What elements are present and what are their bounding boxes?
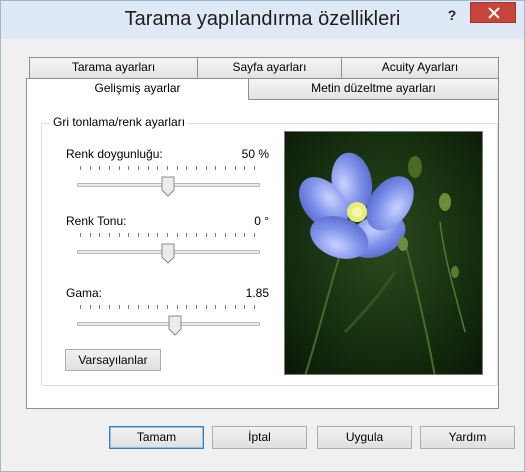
slider-tick (128, 166, 129, 170)
gamma-value: 1.85 (245, 286, 269, 300)
slider-tick (235, 305, 236, 309)
tab-tarama-ayarlari[interactable]: Tarama ayarları (29, 57, 198, 78)
slider-tick (196, 305, 197, 309)
title-bar[interactable]: Tarama yapılandırma özellikleri ? (1, 1, 524, 39)
tab-label: Tarama ayarları (71, 60, 156, 74)
slider-tick (254, 233, 255, 237)
hue-slider-thumb[interactable] (161, 243, 175, 264)
tab-acuity-ayarlari[interactable]: Acuity Ayarları (341, 57, 499, 78)
gamma-label: Gama: (66, 286, 103, 300)
saturation-slider-thumb[interactable] (161, 176, 175, 197)
preview-image (284, 131, 483, 375)
slider-tick (177, 305, 178, 309)
slider-tick (90, 233, 91, 237)
tab-gelismis-ayarlar[interactable]: Gelişmiş ayarlar (26, 78, 249, 100)
slider-tick (148, 305, 149, 309)
slider-tick (196, 166, 197, 170)
slider-tick (99, 305, 100, 309)
slider-tick (254, 166, 255, 170)
help-button-label: Yardım (448, 430, 487, 444)
flower-preview-image (285, 132, 482, 374)
slider-tick (128, 305, 129, 309)
ok-button[interactable]: Tamam (109, 426, 204, 449)
tab-label: Gelişmiş ayarlar (94, 81, 181, 95)
slider-tick (157, 166, 158, 170)
slider-tick (90, 166, 91, 170)
gamma-slider-thumb[interactable] (168, 315, 182, 336)
slider-tick (80, 305, 81, 309)
gamma-ticks (80, 305, 255, 309)
slider-tick (157, 233, 158, 237)
slider-tick (186, 233, 187, 237)
help-button[interactable]: ? (441, 5, 463, 27)
slider-tick (186, 305, 187, 309)
apply-button[interactable]: Uygula (317, 426, 412, 449)
slider-tick (225, 233, 226, 237)
defaults-button-label: Varsayılanlar (78, 353, 148, 367)
saturation-ticks (80, 166, 255, 170)
slider-tick (215, 166, 216, 170)
tab-label: Acuity Ayarları (381, 60, 459, 74)
slider-tick (167, 166, 168, 170)
slider-tick (235, 233, 236, 237)
tab-metin-duzeltme-ayarlari[interactable]: Metin düzeltme ayarları (248, 78, 499, 99)
tab-label: Metin düzeltme ayarları (311, 81, 436, 95)
slider-tick (215, 305, 216, 309)
slider-tick (254, 305, 255, 309)
slider-tick (119, 305, 120, 309)
slider-tick (138, 166, 139, 170)
slider-tick (206, 305, 207, 309)
groupbox-label: Gri tonlama/renk ayarları (50, 115, 189, 129)
slider-tick (80, 166, 81, 170)
slider-tick (177, 233, 178, 237)
slider-tick (138, 305, 139, 309)
hue-label: Renk Tonu: (66, 214, 127, 228)
slider-tick (148, 233, 149, 237)
tab-sayfa-ayarlari[interactable]: Sayfa ayarları (197, 57, 342, 78)
slider-tick (244, 305, 245, 309)
slider-tick (119, 166, 120, 170)
slider-tick (109, 166, 110, 170)
help-footer-button[interactable]: Yardım (420, 426, 515, 449)
slider-tick (215, 233, 216, 237)
slider-tick (90, 305, 91, 309)
slider-tick (244, 233, 245, 237)
slider-tick (99, 233, 100, 237)
hue-value: 0 ° (254, 214, 269, 228)
ok-button-label: Tamam (136, 430, 177, 444)
hue-ticks (80, 233, 255, 237)
slider-tick (225, 166, 226, 170)
close-button[interactable] (470, 2, 516, 23)
tab-label: Sayfa ayarları (232, 60, 307, 74)
defaults-button[interactable]: Varsayılanlar (65, 349, 161, 371)
dialog-window: Tarama yapılandırma özellikleri ? Tarama… (0, 0, 525, 472)
slider-tick (186, 166, 187, 170)
slider-tick (225, 305, 226, 309)
slider-tick (167, 233, 168, 237)
slider-tick (80, 233, 81, 237)
slider-tick (128, 233, 129, 237)
slider-tick (206, 166, 207, 170)
close-icon (488, 7, 500, 19)
slider-tick (196, 233, 197, 237)
slider-tick (157, 305, 158, 309)
saturation-value: 50 % (241, 147, 269, 161)
slider-tick (244, 166, 245, 170)
cancel-button[interactable]: İptal (212, 426, 307, 449)
slider-tick (167, 305, 168, 309)
slider-tick (99, 166, 100, 170)
cancel-button-label: İptal (248, 430, 271, 444)
slider-tick (206, 233, 207, 237)
saturation-label: Renk doygunluğu: (66, 147, 163, 161)
slider-tick (148, 166, 149, 170)
slider-tick (119, 233, 120, 237)
slider-tick (109, 233, 110, 237)
slider-tick (138, 233, 139, 237)
slider-tick (235, 166, 236, 170)
slider-tick (177, 166, 178, 170)
apply-button-label: Uygula (345, 430, 384, 444)
slider-tick (109, 305, 110, 309)
